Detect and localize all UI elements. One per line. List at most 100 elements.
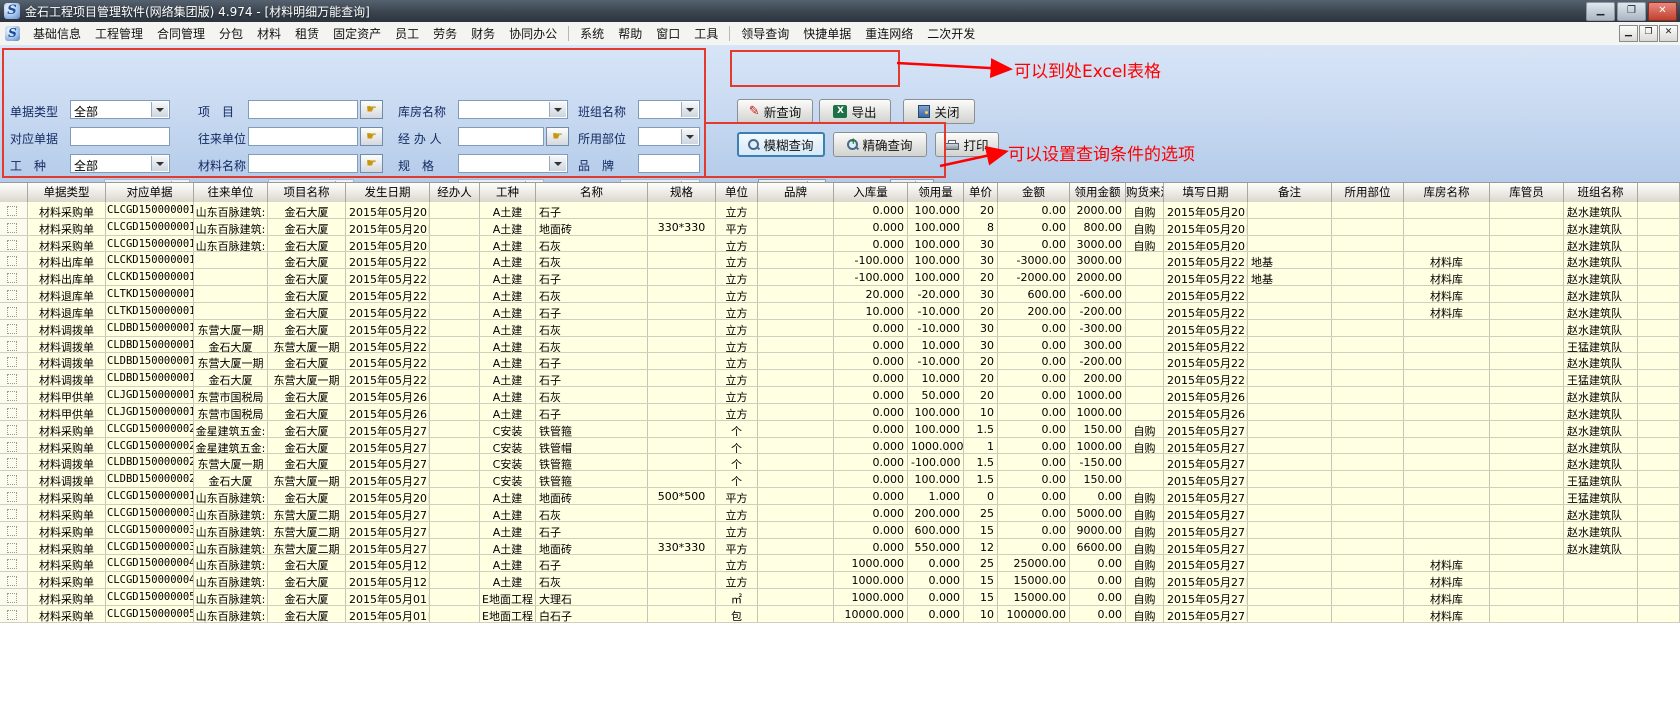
chevron-down-icon[interactable] xyxy=(549,156,566,171)
row-expander[interactable] xyxy=(7,509,17,519)
column-header[interactable]: 备注 xyxy=(1248,183,1332,203)
row-expander[interactable] xyxy=(7,273,17,283)
table-row[interactable]: 材料甲供单CLJGD150000001东营市国税局金石大厦2015年05月26日… xyxy=(0,404,1680,421)
menu-item-17[interactable]: 快捷单据 xyxy=(796,22,858,45)
chevron-down-icon[interactable] xyxy=(681,129,698,144)
used-part-select[interactable] xyxy=(638,127,700,146)
row-expander[interactable] xyxy=(7,408,17,418)
menu-item-15[interactable]: 工具 xyxy=(687,22,725,45)
row-expander[interactable] xyxy=(7,492,17,502)
chevron-down-icon[interactable] xyxy=(681,102,698,117)
brand-input[interactable] xyxy=(638,154,700,173)
table-row[interactable]: 材料采购单CLCGD150000004山东百脉建筑:金石大厦2015年05月12… xyxy=(0,572,1680,589)
print-button[interactable]: 打印 xyxy=(935,132,999,157)
close-button[interactable]: ✕ xyxy=(1648,2,1677,21)
table-row[interactable]: 材料采购单CLCGD150000004山东百脉建筑:金石大厦2015年05月12… xyxy=(0,555,1680,572)
column-header[interactable]: 单位 xyxy=(716,183,758,203)
table-row[interactable]: 材料采购单CLCGD150000002金星建筑五金:金石大厦2015年05月27… xyxy=(0,421,1680,438)
table-row[interactable]: 材料采购单CLCGD150000003山东百脉建筑:东营大厦二期2015年05月… xyxy=(0,522,1680,539)
table-row[interactable]: 材料出库单CLCKD150000001金石大厦2015年05月22日A土建石子立… xyxy=(0,269,1680,286)
table-row[interactable]: 材料退库单CLTKD150000001金石大厦2015年05月22日A土建石灰立… xyxy=(0,286,1680,303)
table-row[interactable]: 材料调拨单CLDBD150000001金石大厦东营大厦一期2015年05月22日… xyxy=(0,370,1680,387)
row-expander[interactable] xyxy=(7,256,17,266)
menu-item-14[interactable]: 窗口 xyxy=(649,22,687,45)
team-select[interactable] xyxy=(638,100,700,119)
material-name-lookup-button[interactable]: ☛ xyxy=(360,154,383,173)
column-header[interactable]: 库房名称 xyxy=(1404,183,1490,203)
restore-button[interactable]: ❐ xyxy=(1617,2,1646,21)
menu-item-1[interactable]: 基础信息 xyxy=(26,22,88,45)
row-expander[interactable] xyxy=(7,593,17,603)
row-expander[interactable] xyxy=(7,391,17,401)
column-header[interactable]: 领用金额 xyxy=(1070,183,1126,203)
fuzzy-query-button[interactable]: 模糊查询 xyxy=(737,132,825,157)
column-header[interactable]: 名称 xyxy=(536,183,648,203)
row-expander[interactable] xyxy=(7,357,17,367)
table-row[interactable]: 材料调拨单CLDBD150000001金石大厦东营大厦一期2015年05月22日… xyxy=(0,337,1680,354)
trade-select[interactable]: 全部 xyxy=(70,154,170,173)
row-expander[interactable] xyxy=(7,526,17,536)
table-row[interactable]: 材料采购单CLCGD150000005山东百脉建筑:金石大厦2015年05月01… xyxy=(0,606,1680,623)
exact-query-button[interactable]: +精确查询 xyxy=(833,132,927,157)
row-expander[interactable] xyxy=(7,307,17,317)
row-expander[interactable] xyxy=(7,223,17,233)
row-expander[interactable] xyxy=(7,206,17,216)
spec-select[interactable] xyxy=(458,154,568,173)
column-header[interactable]: 工种 xyxy=(480,183,536,203)
table-row[interactable]: 材料调拨单CLDBD150000002金石大厦东营大厦一期2015年05月27日… xyxy=(0,471,1680,488)
table-row[interactable]: 材料调拨单CLDBD150000002东营大厦一期金石大厦2015年05月27日… xyxy=(0,454,1680,471)
export-button[interactable]: X导出 xyxy=(819,99,891,124)
column-header[interactable]: 所用部位 xyxy=(1332,183,1404,203)
table-row[interactable]: 材料采购单CLCGD150000001山东百脉建筑:金石大厦2015年05月20… xyxy=(0,488,1680,505)
column-header[interactable]: 品牌 xyxy=(758,183,834,203)
menu-item-8[interactable]: 员工 xyxy=(388,22,426,45)
minimize-button[interactable]: ▁ xyxy=(1586,2,1615,21)
menu-item-2[interactable]: 工程管理 xyxy=(88,22,150,45)
chevron-down-icon[interactable] xyxy=(151,102,168,117)
column-header[interactable]: 单据类型 xyxy=(28,183,106,203)
partner-input[interactable] xyxy=(248,127,358,146)
mdi-restore-button[interactable]: ❐ xyxy=(1639,25,1658,42)
row-expander[interactable] xyxy=(7,543,17,553)
column-header[interactable]: 往来单位 xyxy=(194,183,268,203)
column-header[interactable]: 单价 xyxy=(964,183,998,203)
table-row[interactable]: 材料采购单CLCGD150000001山东百脉建筑:金石大厦2015年05月20… xyxy=(0,236,1680,253)
table-row[interactable]: 材料调拨单CLDBD150000001东营大厦一期金石大厦2015年05月22日… xyxy=(0,353,1680,370)
table-row[interactable]: 材料采购单CLCGD150000005山东百脉建筑:金石大厦2015年05月01… xyxy=(0,589,1680,606)
material-name-input[interactable] xyxy=(248,154,358,173)
chevron-down-icon[interactable] xyxy=(151,156,168,171)
row-expander[interactable] xyxy=(7,341,17,351)
table-row[interactable]: 材料采购单CLCGD150000001山东百脉建筑:金石大厦2015年05月20… xyxy=(0,219,1680,236)
menu-item-19[interactable]: 二次开发 xyxy=(920,22,982,45)
menu-item-4[interactable]: 分包 xyxy=(212,22,250,45)
row-expander[interactable] xyxy=(7,475,17,485)
column-header[interactable] xyxy=(0,183,28,203)
column-header[interactable]: 金额 xyxy=(998,183,1070,203)
row-expander[interactable] xyxy=(7,240,17,250)
menu-item-6[interactable]: 租赁 xyxy=(288,22,326,45)
row-expander[interactable] xyxy=(7,374,17,384)
menu-item-16[interactable]: 领导查询 xyxy=(734,22,796,45)
row-expander[interactable] xyxy=(7,324,17,334)
column-header[interactable]: 规格 xyxy=(648,183,716,203)
table-row[interactable]: 材料采购单CLCGD150000001山东百脉建筑:金石大厦2015年05月20… xyxy=(0,202,1680,219)
row-expander[interactable] xyxy=(7,576,17,586)
row-expander[interactable] xyxy=(7,442,17,452)
column-header[interactable]: 库管员 xyxy=(1490,183,1564,203)
column-header[interactable]: 购货来源 xyxy=(1126,183,1164,203)
agent-lookup-button[interactable]: ☛ xyxy=(546,127,569,146)
row-expander[interactable] xyxy=(7,458,17,468)
menu-item-7[interactable]: 固定资产 xyxy=(326,22,388,45)
mdi-minimize-button[interactable]: ▁ xyxy=(1619,25,1638,42)
menu-item-9[interactable]: 劳务 xyxy=(426,22,464,45)
project-lookup-button[interactable]: ☛ xyxy=(360,100,383,119)
doc-type-select[interactable]: 全部 xyxy=(70,100,170,119)
table-row[interactable]: 材料采购单CLCGD150000002金星建筑五金:金石大厦2015年05月27… xyxy=(0,438,1680,455)
table-row[interactable]: 材料退库单CLTKD150000001金石大厦2015年05月22日A土建石子立… xyxy=(0,303,1680,320)
new-query-button[interactable]: ✎新查询 xyxy=(737,99,813,124)
column-header[interactable]: 对应单据 xyxy=(106,183,194,203)
column-header[interactable]: 项目名称 xyxy=(268,183,346,203)
row-expander[interactable] xyxy=(7,610,17,620)
chevron-down-icon[interactable] xyxy=(549,102,566,117)
warehouse-select[interactable] xyxy=(458,100,568,119)
